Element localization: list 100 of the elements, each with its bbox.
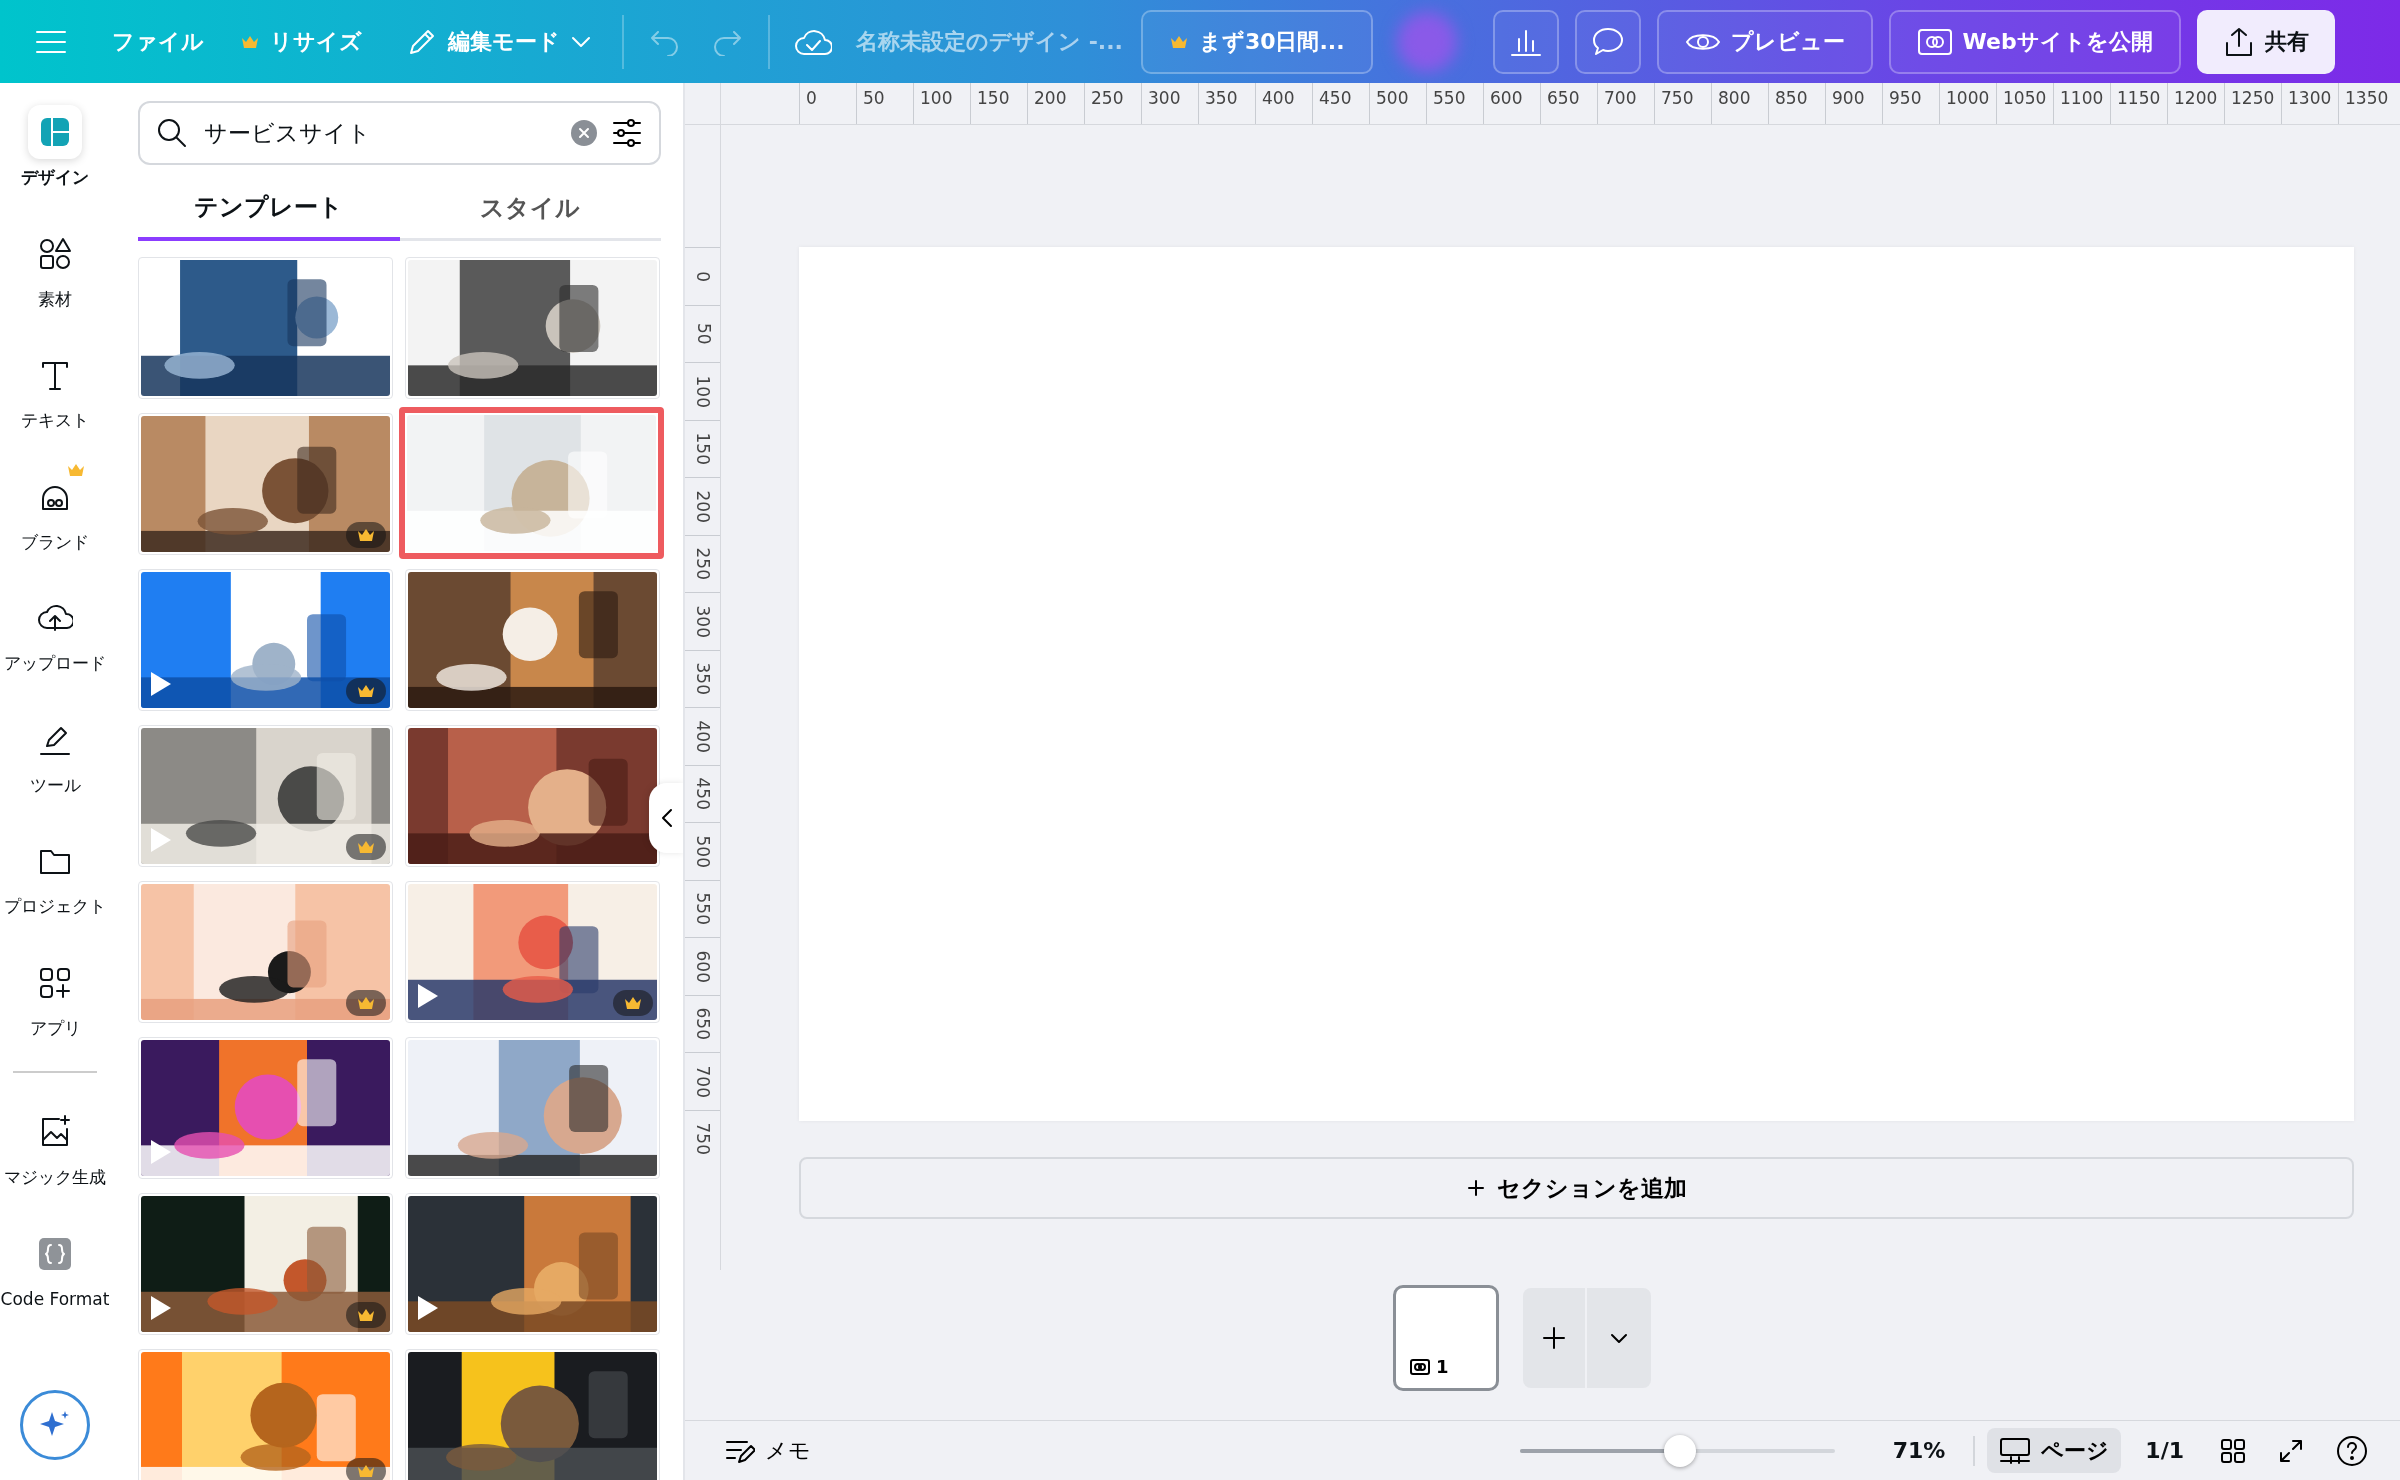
ruler-label: 500	[1369, 83, 1426, 125]
panel-tab[interactable]: テンプレート	[138, 177, 400, 242]
rail-item[interactable]: アップロード	[0, 585, 110, 683]
ruler-label: 50	[856, 83, 913, 125]
notes-button[interactable]: メモ	[713, 1428, 823, 1473]
ruler-label: 200	[1027, 83, 1084, 125]
ruler-label: 100	[692, 375, 715, 408]
ruler-label: 550	[1426, 83, 1483, 125]
insights-button[interactable]	[1492, 9, 1559, 74]
rail-item[interactable]: デザイン	[0, 99, 110, 197]
ruler-label: 850	[1768, 83, 1825, 125]
ruler-label: 400	[692, 720, 715, 753]
ruler-label: 0	[799, 83, 856, 125]
caret-icon	[1610, 1332, 1628, 1345]
crown-icon	[356, 1307, 376, 1324]
ruler-label: 750	[692, 1122, 715, 1156]
search-icon	[156, 117, 188, 150]
ruler-label: 150	[970, 83, 1027, 125]
rail-item[interactable]: アプリ	[0, 949, 110, 1048]
ruler-label: 600	[1483, 83, 1540, 125]
panel-tab[interactable]: スタイル	[399, 177, 661, 242]
website-icon	[1916, 27, 1953, 56]
ruler-label: 200	[692, 490, 715, 523]
crown-icon	[356, 839, 376, 856]
ruler-label: 950	[1882, 83, 1939, 125]
ruler-label: 1100	[2053, 83, 2110, 125]
edit-mode-label: 編集モード	[448, 28, 560, 57]
ruler-label: 700	[1597, 83, 1654, 125]
rail-item[interactable]: テキスト	[0, 342, 110, 440]
page-view-button[interactable]: ページ	[1987, 1428, 2122, 1473]
ruler-label: 50	[692, 323, 715, 345]
crown-icon	[356, 683, 376, 700]
page-thumbnail[interactable]: 1	[1393, 1285, 1499, 1392]
collapse-panel-button[interactable]	[649, 783, 683, 854]
comment-button[interactable]	[1574, 9, 1641, 74]
ruler-label: 650	[692, 1007, 715, 1041]
plus-icon	[1541, 1325, 1567, 1352]
website-icon	[1410, 1358, 1430, 1375]
zoom-percentage: 71%	[1892, 1437, 1946, 1465]
add-section-button[interactable]: セクションを追加	[799, 1157, 2354, 1220]
preview-button[interactable]: プレビュー	[1656, 9, 1873, 74]
ruler-label: 1350	[2338, 83, 2395, 125]
expand-icon	[2278, 1437, 2304, 1464]
ruler-label: 550	[692, 892, 715, 926]
slider-thumb[interactable]	[1664, 1434, 1697, 1467]
page-count: 1/1	[2145, 1437, 2184, 1465]
plus-icon	[1466, 1179, 1485, 1198]
ruler-label: 650	[1540, 83, 1597, 125]
clear-button[interactable]	[571, 120, 597, 147]
crown-icon	[356, 995, 376, 1012]
share-button[interactable]: 共有	[2196, 9, 2335, 74]
zoom-slider[interactable]	[1519, 1434, 1835, 1467]
page-layout-icon	[1999, 1436, 2032, 1465]
rail-item[interactable]: ブランド	[0, 463, 110, 562]
ruler-label: 1000	[1939, 83, 1996, 125]
ruler-label: 800	[1711, 83, 1768, 125]
grid-icon	[2220, 1437, 2246, 1464]
ruler-label: 1150	[2110, 83, 2167, 125]
ruler-label: 450	[692, 777, 715, 811]
filter-button[interactable]	[611, 118, 643, 149]
ruler-label: 1300	[2281, 83, 2338, 125]
ruler-label: 1250	[2224, 83, 2281, 125]
menu-icon	[34, 28, 68, 55]
chevron-left-icon	[660, 808, 674, 829]
rail-item[interactable]: プロジェクト	[0, 828, 110, 926]
ruler-label: 250	[692, 547, 715, 581]
ruler-label: 300	[692, 605, 715, 638]
search-field[interactable]: サービスサイト	[202, 115, 557, 152]
rail-item[interactable]: マジック生成	[0, 1099, 110, 1197]
ruler-label: 150	[692, 432, 715, 466]
trial-button[interactable]: まず30日間...	[1140, 9, 1373, 74]
ruler-label: 750	[1654, 83, 1711, 125]
ruler-label: 500	[692, 835, 715, 868]
ruler-label: 900	[1825, 83, 1882, 125]
ruler-label: 0	[692, 271, 715, 282]
close-icon	[578, 127, 590, 140]
document-title: 名称未設定のデザイン -...	[855, 28, 1124, 57]
ruler-label: 450	[1312, 83, 1369, 125]
ruler-label: 700	[692, 1065, 715, 1098]
braces-icon	[37, 1235, 73, 1272]
rail-item[interactable]: Code Format	[0, 1220, 110, 1319]
ruler-label: 350	[1198, 83, 1255, 125]
help-icon	[2336, 1434, 2368, 1467]
ruler-label: 1050	[1996, 83, 2053, 125]
shapes-icon	[37, 235, 73, 272]
caret-icon	[570, 34, 592, 49]
template-thumbnail[interactable]	[399, 407, 664, 560]
ruler-label: 250	[1084, 83, 1141, 125]
rail-item[interactable]: 素材	[0, 220, 110, 319]
ruler-label: 400	[1255, 83, 1312, 125]
search-bar[interactable]: サービスサイト	[138, 101, 661, 166]
ruler-label: 300	[1141, 83, 1198, 125]
publish-website-button[interactable]: Webサイトを公開	[1888, 9, 2181, 74]
rail-item[interactable]: ツール	[0, 706, 110, 805]
ruler-label: 600	[692, 950, 715, 983]
ruler-label: 100	[913, 83, 970, 125]
crown-icon	[356, 527, 376, 544]
ruler-label: 350	[692, 662, 715, 696]
crown-icon	[623, 995, 643, 1012]
ruler-label: 1200	[2167, 83, 2224, 125]
